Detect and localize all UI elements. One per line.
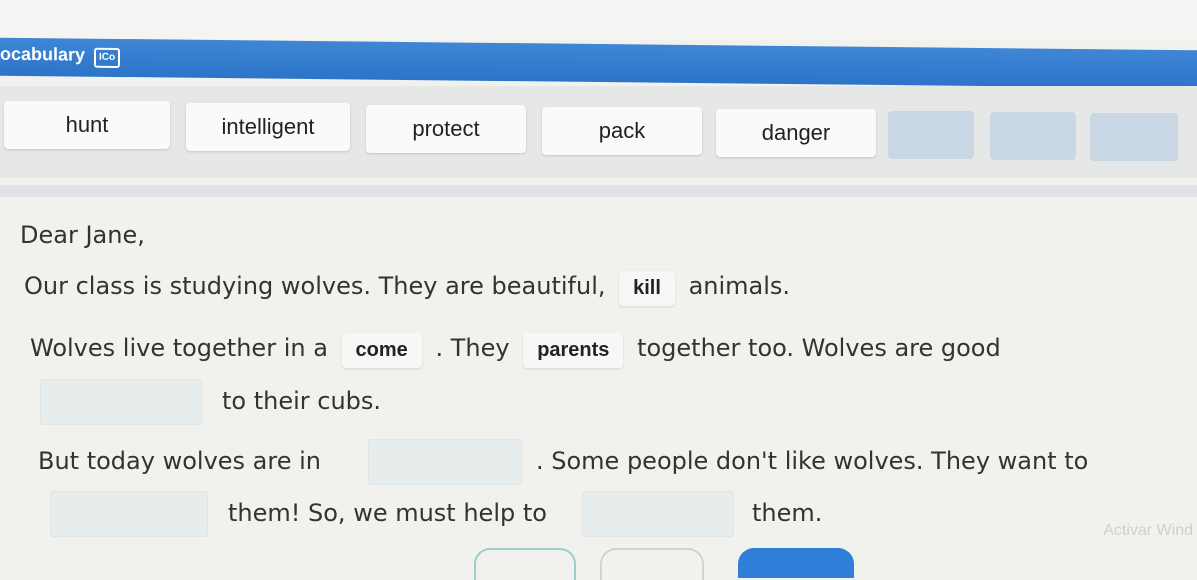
video-icon[interactable]: ICo — [94, 47, 120, 68]
letter-line-4-start: But today wolves are in — [38, 447, 321, 475]
word-bank: hunt intelligent protect pack danger — [0, 86, 1197, 178]
back-button[interactable] — [600, 548, 704, 580]
text-segment: Wolves live together in a — [30, 334, 328, 362]
letter-body: Dear Jane, Our class is studying wolves.… — [0, 197, 1197, 563]
text-segment: together too. Wolves are good — [637, 334, 1001, 362]
letter-line-5-end: them. — [752, 499, 823, 527]
word-chip-hunt[interactable]: hunt — [4, 101, 170, 149]
answer-blank[interactable] — [40, 379, 202, 425]
word-chip-protect[interactable]: protect — [366, 105, 526, 153]
letter-line-2: Wolves live together in a come . They pa… — [30, 333, 1001, 368]
text-segment: animals. — [688, 272, 791, 300]
word-chip-intelligent[interactable]: intelligent — [186, 103, 350, 151]
answer-chip-kill[interactable]: kill — [619, 271, 675, 306]
text-segment: Our class is studying wolves. They are b… — [24, 272, 606, 300]
answer-blank[interactable] — [50, 491, 208, 537]
answer-blank[interactable] — [582, 491, 734, 537]
next-button[interactable] — [738, 548, 854, 578]
letter-line-4-end: . Some people don't like wolves. They wa… — [536, 447, 1089, 475]
empty-chip-slot[interactable] — [1090, 113, 1178, 161]
answer-blank[interactable] — [368, 439, 522, 485]
empty-chip-slot[interactable] — [888, 111, 974, 159]
vocabulary-title: ocabulary — [0, 43, 86, 65]
check-button[interactable] — [474, 548, 576, 580]
answer-chip-come[interactable]: come — [341, 333, 422, 368]
answer-chip-parents[interactable]: parents — [523, 333, 624, 368]
letter-line-1: Our class is studying wolves. They are b… — [24, 271, 790, 306]
letter-line-3: to their cubs. — [222, 387, 382, 415]
vocabulary-header: ocabulary ICo — [0, 37, 1197, 89]
text-segment: . They — [435, 334, 510, 362]
empty-chip-slot[interactable] — [990, 112, 1076, 160]
letter-greeting: Dear Jane, — [20, 221, 145, 249]
word-chip-danger[interactable]: danger — [716, 109, 876, 157]
activation-watermark: Activar Wind — [1103, 522, 1193, 539]
word-chip-pack[interactable]: pack — [542, 107, 702, 155]
top-strip — [0, 0, 1197, 40]
section-divider — [0, 185, 1197, 197]
letter-line-5-mid: them! So, we must help to — [228, 499, 547, 527]
